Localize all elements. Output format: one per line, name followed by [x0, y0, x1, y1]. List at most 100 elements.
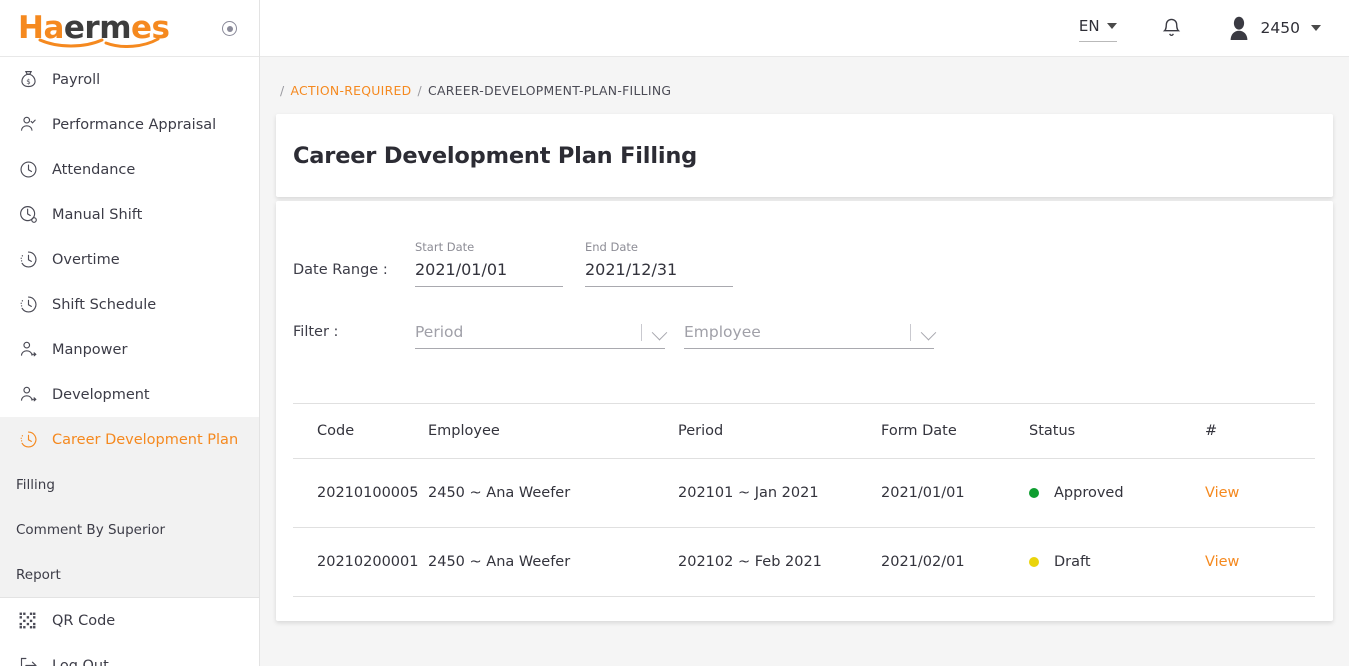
- breadcrumb: / ACTION-REQUIRED / CAREER-DEVELOPMENT-P…: [276, 57, 1333, 114]
- sidebar-item-manpower[interactable]: Manpower: [0, 327, 259, 372]
- sidebar-subitem-report[interactable]: Report: [0, 552, 259, 597]
- sidebar-subitem-comment-by-superior[interactable]: Comment By Superior: [0, 507, 259, 552]
- sidebar-item-label: QR Code: [52, 612, 116, 629]
- cell-period: 202102 ~ Feb 2021: [678, 554, 822, 570]
- chevron-down-icon: [920, 324, 937, 341]
- sidebar-item-label: Manual Shift: [52, 206, 143, 223]
- page-title-card: Career Development Plan Filling: [276, 114, 1333, 197]
- user-check-icon: [18, 114, 44, 135]
- date-range-row: Date Range : Start Date 2021/01/01 End D…: [293, 225, 1316, 287]
- app-root: Haermes $ Payroll Performance Appraisal …: [0, 0, 1349, 666]
- language-selector[interactable]: EN: [1078, 17, 1117, 42]
- table-row[interactable]: 20210100005 2450 ~ Ana Weefer 202101 ~ J…: [293, 459, 1315, 528]
- employee-select[interactable]: Employee: [684, 323, 937, 349]
- user-name-label: 2450: [1260, 19, 1300, 37]
- clock-dashed-icon: [18, 429, 44, 450]
- table-header-row: Code Employee Period Form Date Status #: [293, 403, 1315, 459]
- clock-dashed-icon: [18, 249, 44, 270]
- sidebar-item-log-out[interactable]: Log Out: [0, 643, 259, 666]
- notifications-button[interactable]: [1159, 16, 1184, 41]
- sidebar-item-performance-appraisal[interactable]: Performance Appraisal: [0, 102, 259, 147]
- sidebar-item-label: Log Out: [52, 657, 109, 666]
- logo-bar: Haermes: [0, 0, 259, 57]
- sidebar-item-manual-shift[interactable]: Manual Shift: [0, 192, 259, 237]
- money-bag-icon: $: [18, 69, 44, 90]
- cell-form-date: 2021/02/01: [881, 554, 965, 570]
- breadcrumb-separator: /: [280, 83, 285, 98]
- filter-label: Filter :: [293, 324, 339, 340]
- sidebar-item-label: Attendance: [52, 161, 136, 178]
- sidebar-subitem-filling[interactable]: Filling: [0, 462, 259, 507]
- user-arrow-icon: [18, 339, 44, 360]
- date-range-label: Date Range :: [293, 262, 388, 278]
- column-header-employee: Employee: [428, 423, 500, 439]
- column-header-code: Code: [317, 423, 355, 439]
- sidebar-item-payroll[interactable]: $ Payroll: [0, 57, 259, 102]
- page-title: Career Development Plan Filling: [293, 142, 698, 169]
- status-dot: [1029, 488, 1039, 498]
- breadcrumb-separator: /: [417, 83, 422, 98]
- user-arrow-icon: [18, 384, 44, 405]
- breadcrumb-item-action-required[interactable]: ACTION-REQUIRED: [290, 83, 411, 98]
- bell-icon: [1162, 18, 1180, 36]
- select-divider: [641, 324, 642, 341]
- table-row[interactable]: 20210200001 2450 ~ Ana Weefer 202102 ~ F…: [293, 528, 1315, 597]
- target-circle-icon[interactable]: [222, 21, 237, 36]
- page-content: / ACTION-REQUIRED / CAREER-DEVELOPMENT-P…: [260, 57, 1349, 666]
- sidebar-nav: $ Payroll Performance Appraisal Attendan…: [0, 57, 259, 666]
- view-link[interactable]: View: [1205, 554, 1239, 570]
- chevron-down-icon: [1311, 25, 1321, 31]
- view-link[interactable]: View: [1205, 485, 1239, 501]
- filter-and-table-card: Date Range : Start Date 2021/01/01 End D…: [276, 201, 1333, 621]
- chevron-down-icon: [651, 324, 668, 341]
- start-date-field[interactable]: Start Date 2021/01/01: [415, 240, 563, 287]
- main-region: EN 2450 / ACTION-REQUIRED / CAREER-DEVEL…: [260, 0, 1349, 666]
- start-date-label: Start Date: [415, 240, 475, 254]
- cell-status: Draft: [1029, 554, 1205, 570]
- employee-select-placeholder: Employee: [684, 323, 761, 341]
- sidebar-item-qr-code[interactable]: QR Code: [0, 598, 259, 643]
- sidebar-item-label: Performance Appraisal: [52, 116, 217, 133]
- cell-employee: 2450 ~ Ana Weefer: [428, 485, 571, 501]
- svg-text:$: $: [26, 78, 30, 86]
- clock-icon: [18, 159, 44, 180]
- end-date-input[interactable]: 2021/12/31: [585, 260, 733, 287]
- logout-icon: [18, 655, 44, 666]
- period-select[interactable]: Period: [415, 323, 668, 349]
- cell-form-date: 2021/01/01: [881, 485, 965, 501]
- end-date-label: End Date: [585, 240, 638, 254]
- sidebar-subitems: Filling Comment By Superior Report: [0, 462, 259, 597]
- select-divider: [910, 324, 911, 341]
- user-menu[interactable]: 2450: [1228, 15, 1321, 41]
- column-header-status: Status: [1029, 423, 1076, 439]
- column-header-period: Period: [678, 423, 724, 439]
- user-avatar-icon: [1230, 16, 1247, 40]
- clock-gear-icon: [18, 204, 44, 225]
- sidebar-item-label: Overtime: [52, 251, 120, 268]
- sidebar-item-development[interactable]: Development: [0, 372, 259, 417]
- sidebar: Haermes $ Payroll Performance Appraisal …: [0, 0, 260, 666]
- cell-period: 202101 ~ Jan 2021: [678, 485, 819, 501]
- sidebar-item-shift-schedule[interactable]: Shift Schedule: [0, 282, 259, 327]
- end-date-field[interactable]: End Date 2021/12/31: [585, 240, 733, 287]
- top-header: EN 2450: [260, 0, 1349, 57]
- status-badge: Draft: [1054, 554, 1091, 570]
- cell-employee: 2450 ~ Ana Weefer: [428, 554, 571, 570]
- cell-code: 20210100005: [317, 485, 419, 501]
- sidebar-item-label: Shift Schedule: [52, 296, 157, 313]
- sidebar-item-label: Career Development Plan: [52, 431, 239, 448]
- start-date-input[interactable]: 2021/01/01: [415, 260, 563, 287]
- sidebar-item-attendance[interactable]: Attendance: [0, 147, 259, 192]
- sidebar-item-label: Development: [52, 386, 150, 403]
- sidebar-item-label: Manpower: [52, 341, 128, 358]
- records-table: Code Employee Period Form Date Status # …: [293, 403, 1315, 597]
- qr-code-icon: [18, 611, 44, 630]
- period-select-placeholder: Period: [415, 323, 464, 341]
- sidebar-item-overtime[interactable]: Overtime: [0, 237, 259, 282]
- status-badge: Approved: [1054, 485, 1124, 501]
- clock-dashed-icon: [18, 294, 44, 315]
- sidebar-item-career-development-plan[interactable]: Career Development Plan: [0, 417, 259, 462]
- status-dot: [1029, 557, 1039, 567]
- column-header-actions: #: [1205, 423, 1218, 439]
- logo-swoosh-icon: [38, 37, 160, 48]
